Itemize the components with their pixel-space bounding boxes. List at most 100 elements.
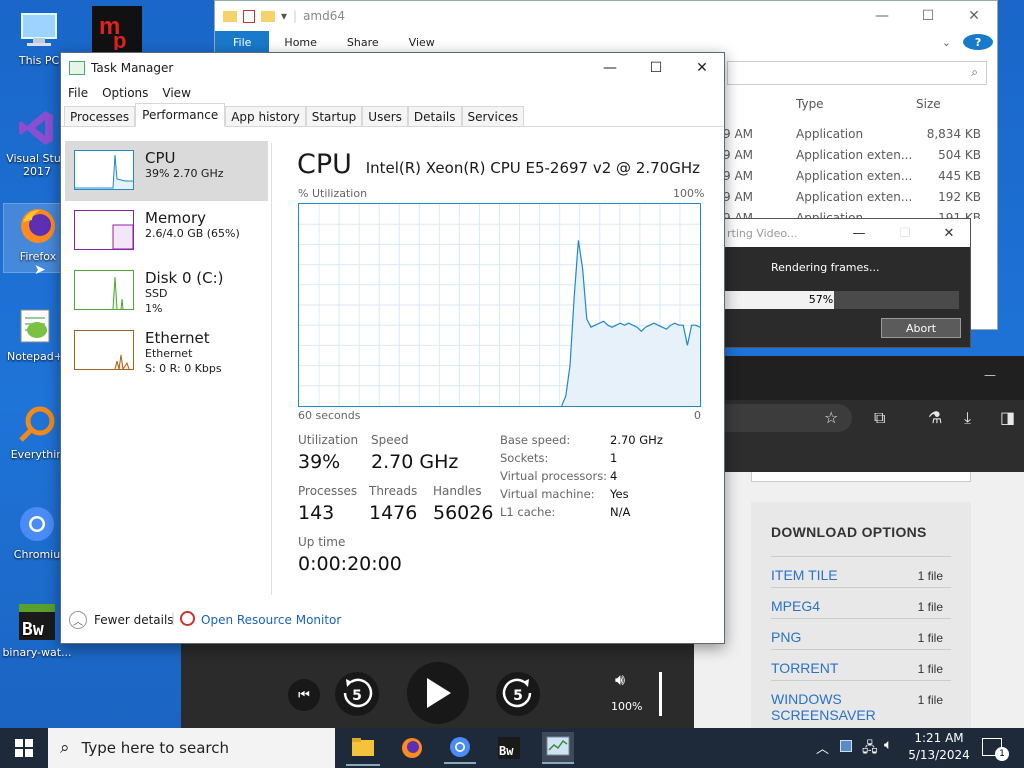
column-header-size[interactable]: Size <box>916 97 941 111</box>
rewind-icon: 5 <box>343 678 373 708</box>
skip-back-button[interactable]: 5 <box>335 672 379 716</box>
ribbon-tab-home[interactable]: Home <box>269 31 331 53</box>
new-folder-icon[interactable] <box>261 10 275 22</box>
file-row[interactable]: 9 AM Application 8,834 KB <box>723 125 993 146</box>
everything-search-icon <box>15 402 59 446</box>
ribbon-expand-icon[interactable]: ⌄ <box>934 31 959 53</box>
tab-startup[interactable]: Startup <box>305 106 363 126</box>
taskbar-chromium[interactable] <box>444 732 476 764</box>
download-options-panel: DOWNLOAD OPTIONS ITEM TILE 1 file MPEG4 1 … <box>751 502 971 728</box>
extensions-icon[interactable]: ⧉ <box>874 408 885 428</box>
close-icon[interactable]: ✕ <box>951 1 997 31</box>
minimize-icon[interactable]: — <box>859 1 905 31</box>
fewer-details-button[interactable]: Fewer details <box>94 613 174 627</box>
side-panel-icon[interactable]: ◨ <box>1000 408 1015 427</box>
detail-key: L1 cache: <box>500 505 556 519</box>
resource-disk[interactable]: Disk 0 (C:) SSD 1% <box>65 261 268 321</box>
task-manager-footer: ︿ Fewer details | Open Resource Monitor <box>61 601 724 641</box>
network-tray-icon[interactable] <box>840 740 852 752</box>
utilization-axis-max: 100% <box>673 187 705 200</box>
start-button[interactable] <box>8 732 40 764</box>
tab-users[interactable]: Users <box>362 106 408 126</box>
play-button[interactable] <box>407 662 469 724</box>
taskbar-firefox[interactable] <box>396 732 428 764</box>
memory-thumbnail <box>74 210 134 250</box>
labs-flask-icon[interactable]: ⚗ <box>928 408 942 427</box>
chromium-icon <box>450 737 470 757</box>
taskbar-task-manager[interactable] <box>542 732 574 764</box>
help-icon[interactable]: ? <box>959 31 997 53</box>
quick-access-dropdown-icon[interactable]: ▾ <box>281 9 287 23</box>
chevron-up-icon[interactable]: ︿ <box>69 611 87 629</box>
open-resource-monitor-link[interactable]: Open Resource Monitor <box>201 613 341 627</box>
abort-button[interactable]: Abort <box>881 318 961 338</box>
download-row-windows-screensaver[interactable]: WINDOWS SCREENSAVER 1 file <box>771 680 951 723</box>
time-axis-end: 0 <box>694 409 701 422</box>
tab-details[interactable]: Details <box>407 106 462 126</box>
resource-memory[interactable]: Memory 2.6/4.0 GB (65%) <box>65 201 268 261</box>
minimize-icon[interactable]: — <box>839 219 879 247</box>
search-icon: ⌕ <box>60 738 70 758</box>
file-row[interactable]: 9 AM Application exten... 445 KB <box>723 167 993 188</box>
render-progress-label: 57% <box>808 293 834 306</box>
maximize-icon[interactable]: ☐ <box>633 53 679 83</box>
download-row-png[interactable]: PNG 1 file <box>771 618 951 645</box>
file-row[interactable]: 9 AM Application exten... 192 KB <box>723 188 993 209</box>
ribbon-tab-view[interactable]: View <box>394 31 450 53</box>
taskbar-search-input[interactable]: ⌕ Type here to search <box>48 728 335 768</box>
resource-cpu[interactable]: CPU 39% 2.70 GHz <box>65 141 268 201</box>
chromium-icon <box>15 502 59 546</box>
close-icon[interactable]: ✕ <box>679 53 725 83</box>
download-icon[interactable]: ⤓ <box>964 408 971 428</box>
clock[interactable]: 1:21 AM 5/13/2024 <box>904 730 974 764</box>
resource-ethernet[interactable]: Ethernet Ethernet S: 0 R: 0 Kbps <box>65 321 268 381</box>
close-icon[interactable]: ✕ <box>929 219 969 247</box>
cpu-thumbnail <box>74 150 134 190</box>
processes-label: Processes <box>298 484 358 498</box>
tab-bar: Processes Performance App history Startu… <box>61 103 724 127</box>
file-row[interactable]: 9 AM Application exten... 504 KB <box>723 146 993 167</box>
task-manager-titlebar: Task Manager — ☐ ✕ <box>61 53 724 83</box>
minimize-icon[interactable]: — <box>984 368 996 382</box>
volume-slider[interactable] <box>659 672 662 716</box>
taskbar-binary-watch[interactable]: Bw <box>493 732 525 764</box>
notification-center-icon[interactable]: 1 <box>982 738 1009 761</box>
skip-forward-button[interactable]: 5 <box>496 672 540 716</box>
menu-file[interactable]: File <box>68 86 88 100</box>
explorer-search-input[interactable]: ⌕ <box>727 61 987 85</box>
menu-options[interactable]: Options <box>102 86 148 100</box>
chevron-up-icon[interactable]: ︿ <box>816 738 829 757</box>
column-header-type[interactable]: Type <box>796 97 824 111</box>
tab-app-history[interactable]: App history <box>225 106 306 126</box>
properties-icon[interactable] <box>243 9 255 23</box>
download-row-mpeg4[interactable]: MPEG4 1 file <box>771 587 951 614</box>
download-options-title: DOWNLOAD OPTIONS <box>771 524 927 540</box>
tab-services[interactable]: Services <box>461 106 525 126</box>
binary-watch-icon: Bw <box>498 737 520 759</box>
svg-text:5: 5 <box>352 688 362 704</box>
taskbar-file-explorer[interactable] <box>346 730 380 766</box>
download-row-item-tile[interactable]: ITEM TILE 1 file <box>771 556 951 583</box>
volume-icon[interactable]: 🔊︎ <box>615 670 625 690</box>
firefox-icon <box>402 738 422 758</box>
ribbon-tab-share[interactable]: Share <box>332 31 394 53</box>
previous-track-icon[interactable]: ⏮ <box>288 679 320 711</box>
tab-processes[interactable]: Processes <box>64 106 136 126</box>
volume-muted-icon[interactable]: 🔈︎ <box>884 737 892 753</box>
menu-view[interactable]: View <box>162 86 190 100</box>
download-row-torrent[interactable]: TORRENT 1 file <box>771 649 951 676</box>
maximize-icon[interactable]: ☐ <box>905 1 951 31</box>
window-title: Task Manager <box>91 61 174 75</box>
ribbon-tab-file[interactable]: File <box>215 31 270 53</box>
tab-performance[interactable]: Performance <box>135 103 226 127</box>
mp-app-icon[interactable]: mp <box>92 6 142 54</box>
svg-text:Bw: Bw <box>22 619 44 640</box>
detail-value: 4 <box>610 469 618 483</box>
network-icon[interactable]: 🖧︎ <box>862 737 878 761</box>
notification-count-badge: 1 <box>995 747 1009 761</box>
bookmark-star-icon[interactable]: ☆ <box>824 408 838 427</box>
task-manager-icon <box>69 61 85 75</box>
svg-text:p: p <box>113 28 126 50</box>
minimize-icon[interactable]: — <box>587 53 633 83</box>
threads-label: Threads <box>369 484 418 498</box>
